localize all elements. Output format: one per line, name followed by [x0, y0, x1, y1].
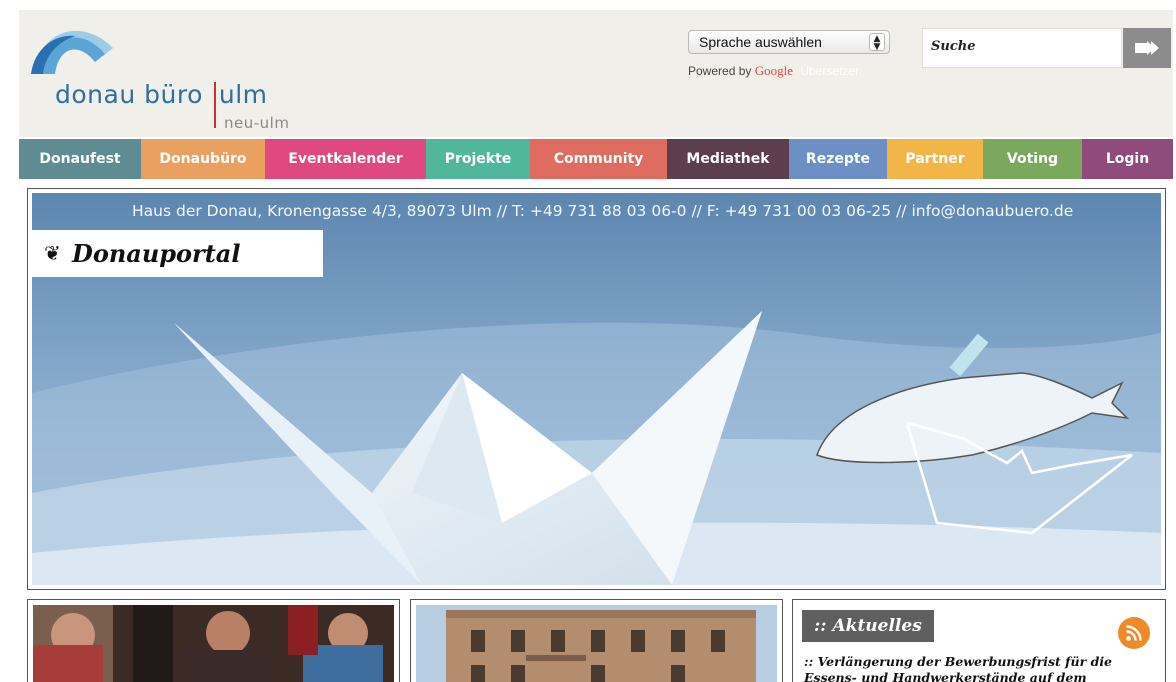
donauportal-title: Donauportal	[72, 239, 241, 268]
site-logo[interactable]: donau büro ulm neu-ulm	[27, 16, 327, 134]
language-select-value: Sprache auswählen	[699, 34, 822, 50]
nav-item-projekte[interactable]: Projekte	[426, 139, 530, 179]
powered-by-text: Powered by	[688, 64, 752, 78]
nav-item-donaubuero[interactable]: Donaubüro	[141, 139, 265, 179]
rss-icon[interactable]	[1118, 617, 1150, 649]
logo-text: donau büro ulm	[55, 80, 268, 109]
people-photo	[33, 605, 394, 682]
logo-ulm-text: ulm	[218, 80, 268, 109]
language-select[interactable]: Sprache auswählen ▲ ▼	[688, 30, 890, 54]
main-nav: Donaufest Donaubüro Eventkalender Projek…	[19, 139, 1173, 179]
powered-by-google: Powered by Google Übersetzer	[688, 63, 859, 79]
nav-item-community[interactable]: Community	[530, 139, 667, 179]
hero-banner[interactable]: Haus der Donau, Kronengasse 4/3, 89073 U…	[32, 193, 1161, 585]
logo-arcs-icon	[31, 30, 113, 74]
news-panel: :: Aktuelles :: Verlängerung der Bewerbu…	[792, 599, 1166, 682]
donauportal-label[interactable]: ❦ Donauportal	[32, 230, 323, 277]
select-arrows-icon: ▲ ▼	[869, 33, 885, 52]
contact-info: Haus der Donau, Kronengasse 4/3, 89073 U…	[132, 202, 1074, 220]
site-header: donau büro ulm neu-ulm Sprache auswählen …	[19, 10, 1173, 137]
nav-item-partner[interactable]: Partner	[887, 139, 983, 179]
nav-item-donaufest[interactable]: Donaufest	[19, 139, 141, 179]
google-text[interactable]: Google	[755, 63, 793, 78]
nav-item-mediathek[interactable]: Mediathek	[667, 139, 789, 179]
arrow-right-icon	[1135, 41, 1159, 55]
news-title: :: Aktuelles	[802, 610, 934, 642]
logo-divider	[214, 82, 216, 128]
search-box	[922, 28, 1122, 68]
nav-item-eventkalender[interactable]: Eventkalender	[265, 139, 426, 179]
teaser-card-people[interactable]	[27, 599, 400, 682]
news-item-link[interactable]: :: Verlängerung der Bewerbungsfrist für …	[804, 654, 1154, 682]
nav-item-rezepte[interactable]: Rezepte	[789, 139, 887, 179]
nav-item-voting[interactable]: Voting	[983, 139, 1082, 179]
leaf-icon: ❦	[44, 241, 61, 265]
nav-item-login[interactable]: Login	[1082, 139, 1173, 179]
building-photo	[416, 605, 777, 682]
search-button[interactable]	[1123, 28, 1171, 68]
teaser-card-building[interactable]	[410, 599, 783, 682]
logo-main-text: donau büro	[55, 80, 203, 109]
search-input[interactable]	[931, 39, 1111, 54]
translate-link[interactable]: Übersetzer	[800, 64, 859, 78]
logo-sub-text: neu-ulm	[224, 114, 290, 132]
